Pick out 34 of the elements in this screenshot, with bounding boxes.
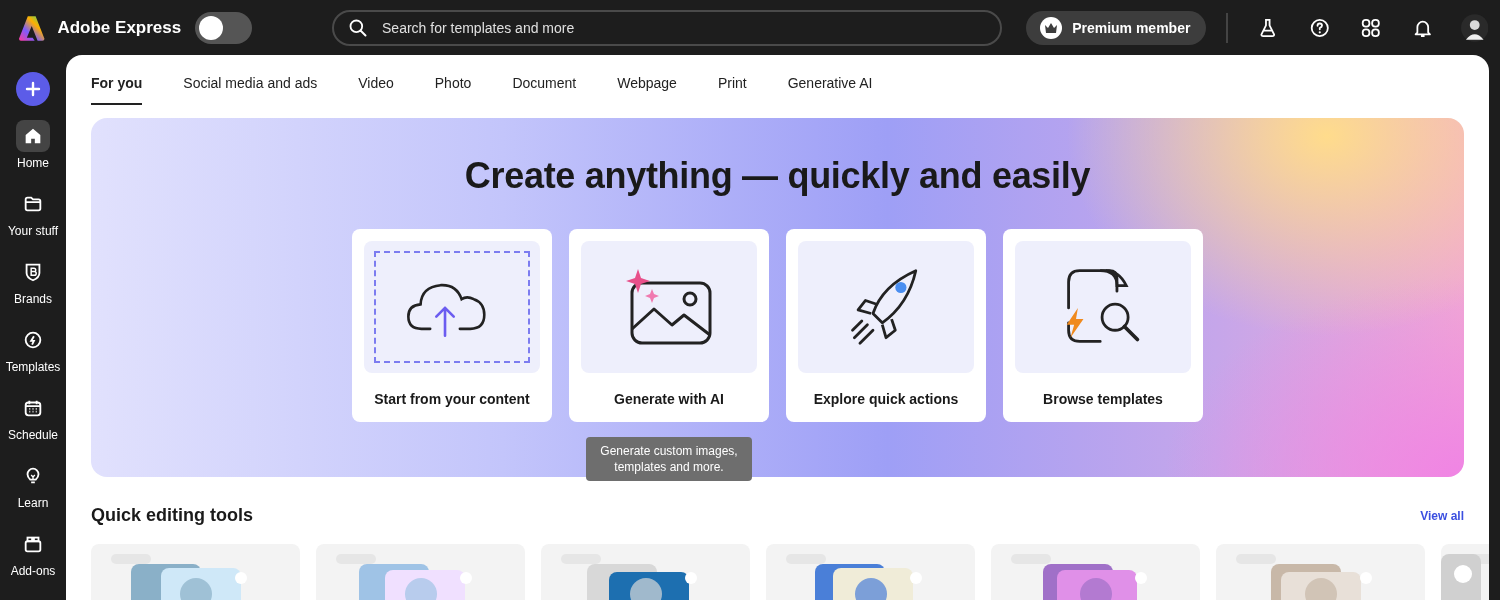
avatar[interactable]: [1460, 13, 1488, 42]
tooltip: Generate custom images, templates and more.: [586, 437, 752, 481]
sidebar-item[interactable]: Add-ons: [0, 528, 66, 596]
view-all-link[interactable]: View all: [1420, 508, 1464, 523]
plus-icon: [25, 81, 41, 97]
templates-icon: [22, 329, 44, 351]
crown-badge-icon: [1040, 16, 1063, 39]
app-logo[interactable]: [18, 13, 46, 42]
tab[interactable]: Video: [358, 75, 394, 105]
sidebar-item[interactable]: Schedule: [0, 392, 66, 460]
tab[interactable]: For you: [91, 75, 143, 105]
sidebar-item[interactable]: Home: [0, 120, 66, 188]
action-card[interactable]: Explore quick actions: [786, 229, 986, 422]
app-name: Adobe Express: [57, 17, 182, 38]
sidebar-item[interactable]: Brands: [0, 256, 66, 324]
premium-button[interactable]: Premium member: [1026, 10, 1207, 45]
create-button[interactable]: [16, 72, 50, 106]
tab[interactable]: Print: [717, 75, 747, 105]
tab[interactable]: Generative AI: [787, 75, 873, 105]
sidebar-item[interactable]: Templates: [0, 324, 66, 392]
sidebar-item[interactable]: Learn: [0, 460, 66, 528]
tab[interactable]: Webpage: [617, 75, 677, 105]
tab[interactable]: Document: [512, 75, 577, 105]
mode-toggle[interactable]: [195, 11, 253, 44]
action-card[interactable]: Start from your content: [352, 229, 552, 422]
sidebar-item[interactable]: Your stuff: [0, 188, 66, 256]
tab[interactable]: Photo: [434, 75, 472, 105]
tab[interactable]: Social media and ads: [183, 75, 318, 105]
action-card[interactable]: Browse templates: [1003, 229, 1203, 422]
section-title: Quick editing tools: [91, 505, 253, 526]
hero-title: Create anything — quickly and easily: [464, 155, 1091, 197]
apps-icon[interactable]: [1360, 16, 1382, 39]
search-field[interactable]: Search for templates and more: [332, 9, 1003, 46]
help-icon[interactable]: [1308, 16, 1331, 39]
